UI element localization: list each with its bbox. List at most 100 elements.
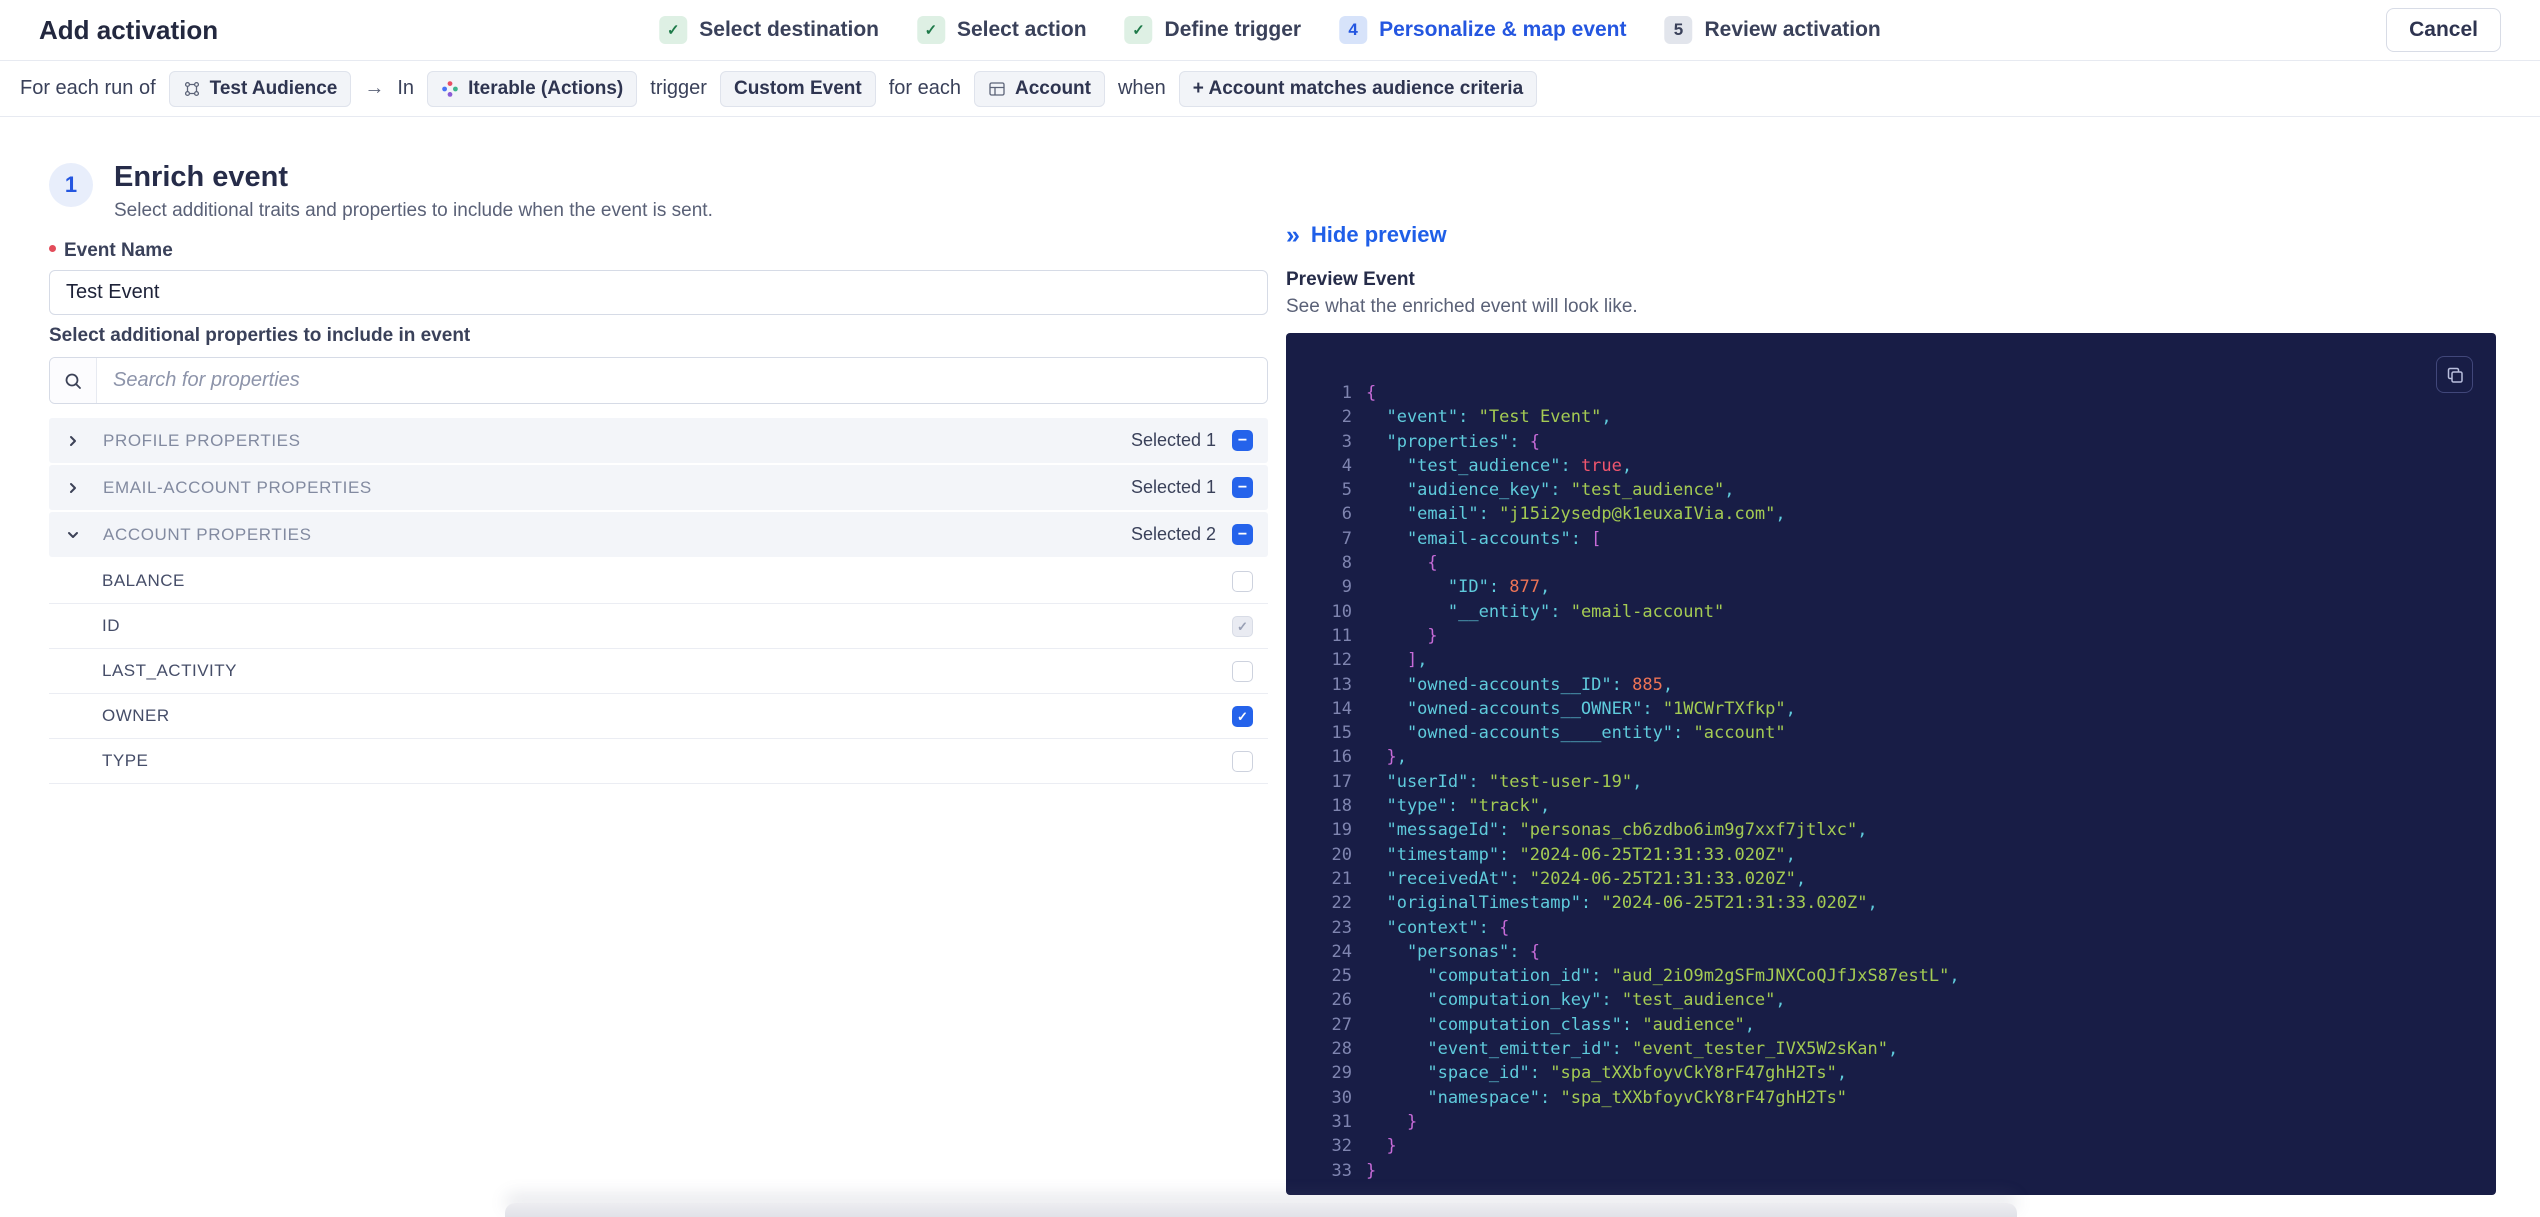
code-line: 30 "namespace": "spa_tXXbfoyvCkY8rF47ghH… (1286, 1086, 2496, 1110)
code-token: , (1785, 844, 1796, 865)
line-number: 27 (1331, 1014, 1352, 1035)
code-token: , (1540, 796, 1551, 817)
step-label: Select destination (699, 18, 879, 41)
trigger-chip-label: + Account matches audience criteria (1192, 77, 1524, 99)
property-item-row: OWNER (49, 694, 1268, 739)
code-token: { (1529, 431, 1541, 452)
trigger-summary-bar: For each run of Test Audience → In Iterable … (0, 61, 2540, 117)
group-checkbox[interactable] (1232, 430, 1253, 451)
trigger-chip[interactable]: + Account matches audience criteria (1178, 70, 1538, 107)
code-token: "test_audience" (1570, 480, 1725, 501)
trigger-chip[interactable]: Custom Event (719, 70, 876, 107)
search-icon (50, 358, 97, 403)
line-number: 14 (1331, 698, 1352, 719)
preview-subtitle: See what the enriched event will look li… (1286, 296, 1638, 317)
arrow-right-icon: → (364, 77, 385, 99)
code-line: 28 "event_emitter_id": "event_tester_IVX… (1286, 1037, 2496, 1061)
group-selection: Selected 1 (1131, 477, 1253, 498)
property-group-header[interactable]: ACCOUNT PROPERTIES Selected 2 (49, 512, 1268, 557)
event-name-label: Event Name (49, 240, 1268, 262)
trigger-chip-label: Iterable (Actions) (468, 77, 624, 99)
code-token: , (1396, 747, 1407, 768)
line-number: 9 (1341, 577, 1352, 598)
code-token: "event": (1366, 407, 1479, 428)
hide-preview-link[interactable]: Hide preview (1286, 222, 2496, 248)
trigger-text: for each (888, 77, 961, 99)
code-line: 8 { (1286, 551, 2496, 575)
event-name-input[interactable] (49, 270, 1268, 315)
line-number: 32 (1331, 1136, 1352, 1157)
code-token: "2024-06-25T21:31:33.020Z" (1529, 868, 1796, 889)
line-number: 28 (1331, 1039, 1352, 1060)
bottom-edge-shadow (505, 1203, 2017, 1217)
property-item-label: BALANCE (102, 571, 185, 590)
chevron-right-icon[interactable] (67, 482, 79, 494)
line-number: 33 (1331, 1160, 1352, 1181)
line-number: 8 (1341, 553, 1352, 574)
line-number: 18 (1331, 796, 1352, 817)
iterable-icon (441, 80, 459, 98)
property-checkbox[interactable] (1232, 570, 1253, 592)
json-preview-panel: 1{2 "event": "Test Event", 3 "properties"… (1286, 333, 2496, 1195)
step-3[interactable]: Define trigger (1124, 16, 1301, 44)
property-checkbox[interactable] (1232, 660, 1253, 682)
preview-panel: Hide preview Preview Event See what the … (1286, 222, 2496, 1195)
line-number: 21 (1331, 868, 1352, 889)
property-group-header[interactable]: PROFILE PROPERTIES Selected 1 (49, 418, 1268, 463)
trigger-chip[interactable]: Account (973, 70, 1105, 107)
code-token: "2024-06-25T21:31:33.020Z" (1601, 893, 1868, 914)
code-token: "properties": (1366, 431, 1530, 452)
selected-count: Selected 1 (1130, 430, 1216, 450)
code-line: 19 "messageId": "personas_cb6zdbo6im9g7x… (1286, 818, 2496, 842)
code-token: "account" (1693, 723, 1786, 744)
code-token: } (1366, 747, 1397, 768)
trigger-chip-label: Test Audience (209, 77, 338, 99)
group-checkbox[interactable] (1232, 524, 1253, 545)
step-5[interactable]: 5 Review activation (1664, 16, 1881, 44)
trigger-text: For each run of (20, 77, 156, 99)
step-1[interactable]: Select destination (659, 16, 879, 44)
code-token: "messageId": (1366, 820, 1520, 841)
code-token: ] (1366, 650, 1418, 671)
property-checkbox[interactable] (1232, 705, 1253, 727)
step-2[interactable]: Select action (916, 16, 1087, 44)
code-token: , (1621, 455, 1633, 476)
code-token: , (1744, 1014, 1755, 1035)
code-token: "test_audience" (1621, 990, 1776, 1011)
trigger-chip[interactable]: Test Audience (168, 70, 352, 107)
search-input[interactable] (97, 358, 1267, 403)
code-token: , (1887, 1039, 1899, 1060)
code-line: 23 "context": { (1286, 916, 2496, 940)
enrich-section: 1 Enrich event Select additional traits … (49, 117, 1268, 784)
code-token: "personas_cb6zdbo6im9g7xxf7jtlxc" (1519, 820, 1858, 841)
property-checkbox[interactable] (1232, 750, 1253, 772)
cancel-button[interactable]: Cancel (2386, 8, 2501, 52)
line-number: 6 (1341, 504, 1352, 525)
group-checkbox[interactable] (1232, 477, 1253, 498)
group-selection: Selected 2 (1131, 524, 1253, 545)
code-token: { (1529, 941, 1541, 962)
line-number: 4 (1341, 455, 1352, 476)
code-token: "spa_tXXbfoyvCkY8rF47ghH2Ts" (1560, 1087, 1848, 1108)
code-token: , (1724, 480, 1735, 501)
chevron-right-icon[interactable] (67, 435, 79, 447)
code-token: "userId": (1366, 771, 1489, 792)
step-4[interactable]: 4 Personalize & map event (1339, 16, 1627, 44)
code-token: true (1580, 455, 1622, 476)
line-number: 23 (1331, 917, 1352, 938)
line-number: 22 (1331, 893, 1352, 914)
code-token: } (1366, 1136, 1397, 1157)
check-icon (659, 16, 688, 44)
property-checkbox[interactable] (1232, 615, 1253, 637)
chevron-down-icon[interactable] (67, 529, 79, 541)
double-chevron-right-icon (1286, 221, 1300, 250)
line-number: 10 (1331, 601, 1352, 622)
trigger-chip-label: Account (1014, 77, 1091, 99)
code-token: [ (1591, 528, 1602, 549)
code-line: 26 "computation_key": "test_audience", (1286, 988, 2496, 1012)
code-token: , (1540, 577, 1551, 598)
property-group-header[interactable]: EMAIL-ACCOUNT PROPERTIES Selected 1 (49, 465, 1268, 510)
line-number: 31 (1331, 1111, 1352, 1132)
trigger-chip[interactable]: Iterable (Actions) (427, 70, 638, 107)
copy-button[interactable] (2436, 356, 2473, 393)
